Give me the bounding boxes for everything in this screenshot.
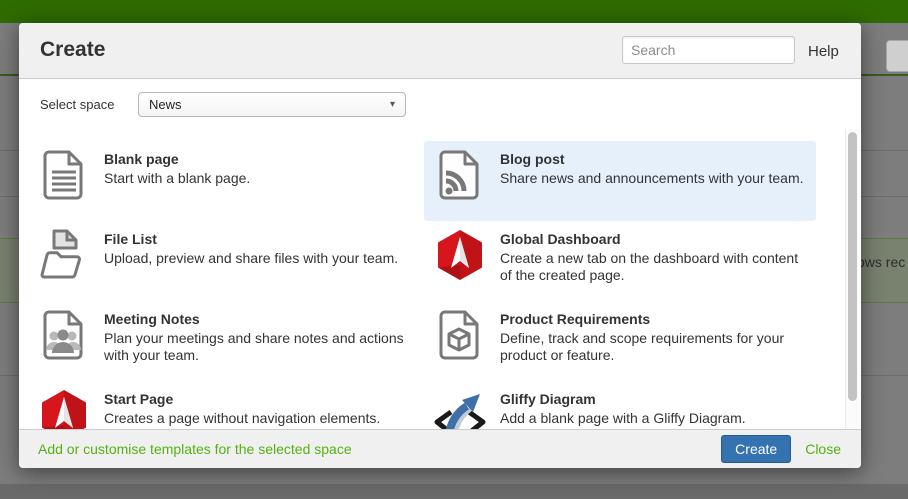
- blank-page-icon: [38, 149, 90, 201]
- search-input[interactable]: [622, 36, 795, 64]
- background-footer-strip: [0, 484, 908, 499]
- template-text: Global Dashboard Create a new tab on the …: [500, 229, 808, 284]
- template-title: File List: [104, 231, 398, 247]
- template-option-gliffy-diagram[interactable]: Gliffy Diagram Add a blank page with a Gl…: [424, 381, 816, 429]
- dialog-header: Create Help: [19, 23, 861, 79]
- template-text: Gliffy Diagram Add a blank page with a Gl…: [500, 389, 746, 427]
- create-button[interactable]: Create: [721, 435, 791, 463]
- template-title: Gliffy Diagram: [500, 391, 746, 407]
- scrollbar-track[interactable]: [845, 129, 859, 429]
- meeting-notes-icon: [38, 309, 90, 361]
- template-option-file-list[interactable]: File List Upload, preview and share files…: [28, 221, 420, 301]
- customise-templates-link[interactable]: Add or customise templates for the selec…: [38, 441, 352, 457]
- top-nav-bar: [0, 0, 908, 23]
- help-link[interactable]: Help: [808, 43, 839, 60]
- template-option-meeting-notes[interactable]: Meeting Notes Plan your meetings and shar…: [28, 301, 420, 381]
- select-space-row: Select space News ▾: [19, 79, 861, 129]
- product-requirements-icon: [434, 309, 486, 361]
- chevron-down-icon: ▾: [390, 99, 395, 110]
- template-option-global-dashboard[interactable]: Global Dashboard Create a new tab on the …: [424, 221, 816, 301]
- template-title: Global Dashboard: [500, 231, 808, 247]
- gliffy-diagram-icon: [434, 389, 486, 429]
- template-description: Start with a blank page.: [104, 170, 250, 187]
- template-text: Start Page Creates a page without navigat…: [104, 389, 412, 429]
- template-description: Plan your meetings and share notes and a…: [104, 330, 412, 364]
- space-select-dropdown[interactable]: News ▾: [138, 92, 406, 117]
- template-option-product-requirements[interactable]: Product Requirements Define, track and sc…: [424, 301, 816, 381]
- scrollbar-thumb[interactable]: [848, 132, 857, 401]
- start-page-icon: [38, 389, 90, 429]
- global-dashboard-icon: [434, 229, 486, 281]
- template-description: Share news and announcements with your t…: [500, 170, 804, 187]
- template-description: Define, track and scope requirements for…: [500, 330, 808, 364]
- template-title: Start Page: [104, 391, 412, 407]
- space-select-value: News: [149, 97, 182, 112]
- background-search-box: [886, 40, 908, 72]
- template-text: Blank page Start with a blank page.: [104, 149, 250, 187]
- template-description: Add a blank page with a Gliffy Diagram.: [500, 410, 746, 427]
- dialog-title: Create: [40, 38, 105, 62]
- template-title: Meeting Notes: [104, 311, 412, 327]
- close-link[interactable]: Close: [805, 441, 841, 457]
- template-list: Blank page Start with a blank page. Blog p…: [19, 129, 861, 429]
- template-text: Meeting Notes Plan your meetings and shar…: [104, 309, 412, 364]
- template-text: Blog post Share news and announcements wi…: [500, 149, 804, 187]
- footer-actions: Create Close: [721, 435, 841, 463]
- select-space-label: Select space: [40, 97, 114, 112]
- file-list-icon: [38, 229, 90, 281]
- template-description: Upload, preview and share files with you…: [104, 250, 398, 267]
- template-option-blank-page[interactable]: Blank page Start with a blank page.: [28, 141, 420, 221]
- template-grid: Blank page Start with a blank page. Blog p…: [19, 129, 861, 429]
- blog-post-icon: [434, 149, 486, 201]
- template-text: Product Requirements Define, track and sc…: [500, 309, 808, 364]
- screen: ows rec Create Help Select space News ▾ …: [0, 0, 908, 499]
- template-title: Blog post: [500, 151, 804, 167]
- template-title: Blank page: [104, 151, 250, 167]
- template-text: File List Upload, preview and share files…: [104, 229, 398, 267]
- template-description: Create a new tab on the dashboard with c…: [500, 250, 808, 284]
- background-partial-text: ows rec: [857, 254, 905, 270]
- template-title: Product Requirements: [500, 311, 808, 327]
- create-dialog: Create Help Select space News ▾ Blank pa…: [19, 23, 861, 468]
- template-description: Creates a page without navigation elemen…: [104, 410, 412, 429]
- template-option-blog-post[interactable]: Blog post Share news and announcements wi…: [424, 141, 816, 221]
- dialog-footer: Add or customise templates for the selec…: [19, 429, 861, 468]
- template-option-start-page[interactable]: Start Page Creates a page without navigat…: [28, 381, 420, 429]
